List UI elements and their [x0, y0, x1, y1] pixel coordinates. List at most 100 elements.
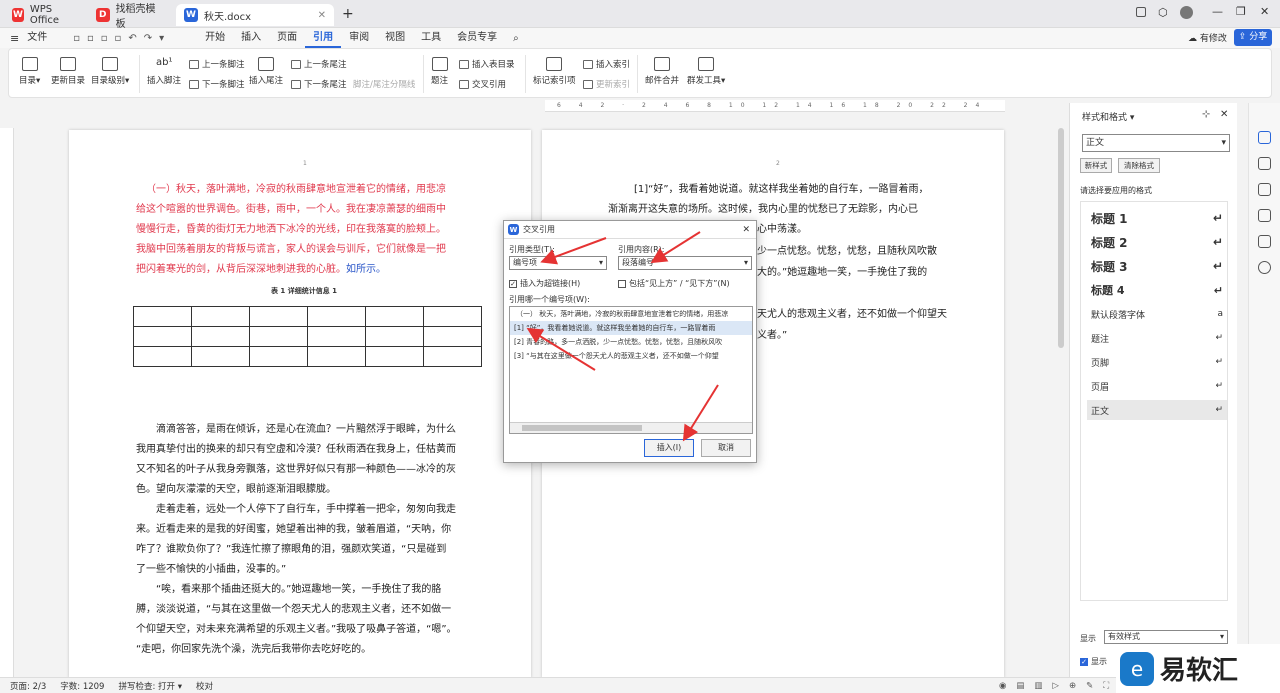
hyperlink-checkbox[interactable]: ✓ 插入为超链接(H): [509, 278, 580, 289]
clear-format-button[interactable]: 清除格式: [1118, 158, 1160, 173]
prev-endnote-button[interactable]: 上一条尾注: [291, 58, 347, 70]
body-text[interactable]: [1]“好”，我看着她说道。就这样我坐着她的自行车，一路冒着雨， 渐渐离开这失意…: [608, 180, 953, 220]
menu-start[interactable]: 开始: [197, 28, 233, 48]
page-indicator[interactable]: 页面: 2/3: [10, 680, 46, 692]
style-heading-3[interactable]: 标题 3 ↵: [1087, 256, 1227, 276]
list-item[interactable]: （一） 秋天，落叶满地，冷寂的秋雨肆意地宣泄着它的情绪，用悲凉: [510, 307, 752, 321]
word-count[interactable]: 字数: 1209: [60, 680, 104, 692]
tab-document-label: 秋天.docx: [204, 11, 252, 23]
share-button[interactable]: ⇪ 分享: [1234, 29, 1272, 46]
style-default-font[interactable]: 默认段落字体 a: [1087, 304, 1227, 324]
update-toc-button[interactable]: 更新目录: [51, 57, 85, 86]
above-below-checkbox[interactable]: 包括“见上方” / “见下方”(N): [618, 278, 730, 289]
doc-tools-button[interactable]: 群发工具▾: [687, 57, 725, 86]
style-normal[interactable]: 正文 ↵: [1087, 400, 1227, 420]
footnote-separator-button[interactable]: 脚注/尾注分隔线: [353, 78, 415, 90]
preview-checkbox[interactable]: ✓ 显示: [1080, 656, 1107, 667]
horizontal-ruler[interactable]: 6 4 2 · 2 4 6 8 10 12 14 16 18 20 22 24 …: [545, 100, 1005, 112]
show-filter-select[interactable]: 有效样式: [1104, 630, 1228, 644]
image-icon[interactable]: [1258, 209, 1271, 222]
window-layout-icon[interactable]: [1136, 7, 1146, 17]
body-text[interactable]: 滴滴答答，是雨在倾诉，还是心在流血？一片黯然浮于眼眸，为什么 我用真挚付出的换来…: [136, 420, 478, 660]
list-item-selected[interactable]: [1] “好”，我看着她说道。就这样我坐着她的自行车，一路冒着雨: [510, 321, 752, 335]
settings-sliders-icon[interactable]: [1258, 183, 1271, 196]
insert-footnote-button[interactable]: ab¹ 插入脚注: [147, 57, 181, 86]
minimize-icon[interactable]: —: [1212, 5, 1223, 18]
update-toc-label: 更新目录: [51, 76, 86, 86]
ref-type-select[interactable]: 编号项: [509, 256, 607, 270]
cross-reference-button[interactable]: 交叉引用: [459, 78, 506, 90]
panel-close-icon[interactable]: ✕: [1220, 109, 1228, 120]
menu-review[interactable]: 审阅: [341, 28, 377, 48]
close-window-icon[interactable]: ✕: [1260, 5, 1269, 18]
style-caption[interactable]: 题注 ↵: [1087, 328, 1227, 348]
dialog-close-icon[interactable]: ✕: [742, 225, 750, 235]
menu-references[interactable]: 引用: [305, 28, 342, 48]
table-of-figures-icon: [459, 59, 469, 69]
quick-access-icons[interactable]: ▫▫▫▫↶↷▾: [73, 33, 171, 44]
menu-member[interactable]: 会员专享: [449, 28, 505, 48]
spell-check-label: 拼写检查: 打开: [118, 681, 176, 692]
tab-document[interactable]: W 秋天.docx ✕: [176, 4, 334, 26]
toc-button[interactable]: 目录▾: [19, 57, 40, 86]
help-icon[interactable]: [1258, 261, 1271, 274]
view-mode-icons[interactable]: ◉▤▥▷⊕✎⛶: [999, 681, 1119, 691]
caption-button[interactable]: 题注: [431, 57, 448, 86]
toc-level-button[interactable]: 目录级别▾: [91, 57, 129, 86]
menu-tools[interactable]: 工具: [413, 28, 449, 48]
list-item[interactable]: [3] “与其在这里做一个怨天尤人的悲观主义者，还不如做一个仰望: [510, 349, 752, 363]
insert-button[interactable]: 插入(I): [644, 439, 694, 457]
mail-merge-button[interactable]: 邮件合并: [645, 57, 679, 86]
search-icon[interactable]: ⌕: [513, 33, 519, 44]
tab-wps-home[interactable]: W WPS Office: [4, 4, 84, 26]
style-header[interactable]: 页眉 ↵: [1087, 376, 1227, 396]
document-scrollbar[interactable]: [1058, 128, 1064, 348]
has-changes-status[interactable]: ☁ 有修改: [1188, 31, 1227, 44]
dialog-titlebar[interactable]: W 交叉引用 ✕: [504, 221, 756, 239]
style-heading-2[interactable]: 标题 2 ↵: [1087, 232, 1227, 252]
style-pane-icon[interactable]: [1258, 131, 1271, 144]
next-endnote-button[interactable]: 下一条尾注: [291, 78, 347, 90]
hamburger-icon[interactable]: ≡: [10, 32, 19, 45]
insert-table-of-figures-button[interactable]: 插入表目录: [459, 58, 515, 70]
style-footer[interactable]: 页脚 ↵: [1087, 352, 1227, 372]
tab-template-label: 找稻壳模板: [115, 4, 156, 30]
update-index-button[interactable]: 更新索引: [583, 78, 630, 90]
current-style-select[interactable]: 正文: [1082, 134, 1230, 152]
mark-index-button[interactable]: 标记索引项: [533, 57, 576, 86]
new-tab-icon[interactable]: +: [342, 6, 354, 22]
style-heading-4[interactable]: 标题 4 ↵: [1087, 280, 1227, 300]
menu-file[interactable]: 文件: [19, 28, 55, 48]
cube-icon[interactable]: ⬡: [1158, 6, 1168, 19]
tab-template[interactable]: D 找稻壳模板: [88, 4, 172, 30]
menu-view[interactable]: 视图: [377, 28, 413, 48]
cancel-button[interactable]: 取消: [701, 439, 751, 457]
menu-insert[interactable]: 插入: [233, 28, 269, 48]
insert-index-button[interactable]: 插入索引: [583, 58, 630, 70]
next-footnote-button[interactable]: 下一条脚注: [189, 78, 245, 90]
paragraph-mark-icon: ↵: [1212, 235, 1223, 249]
list-item[interactable]: [2] 青春的路，多一点洒脱，少一点忧愁。忧愁，忧愁，且随秋风吹: [510, 335, 752, 349]
close-tab-icon[interactable]: ✕: [318, 10, 326, 21]
proofread-button[interactable]: 校对: [196, 680, 213, 692]
vertical-ruler[interactable]: [0, 128, 14, 678]
tools-icon[interactable]: [1258, 235, 1271, 248]
text-line: 色。望向灰濛濛的天空，眼前逐渐泪眼朦胧。: [136, 484, 336, 495]
ref-content-select[interactable]: 段落编号: [618, 256, 752, 270]
restore-icon[interactable]: ❐: [1236, 5, 1246, 18]
numbered-items-list[interactable]: （一） 秋天，落叶满地，冷寂的秋雨肆意地宣泄着它的情绪，用悲凉 [1] “好”，…: [509, 306, 753, 434]
new-style-button[interactable]: 新样式: [1080, 158, 1112, 173]
data-table[interactable]: [133, 306, 482, 367]
menu-page[interactable]: 页面: [269, 28, 305, 48]
list-h-scrollbar[interactable]: [510, 422, 752, 433]
scrollbar-thumb[interactable]: [522, 425, 642, 431]
update-index-icon: [583, 79, 593, 89]
avatar[interactable]: [1180, 6, 1193, 19]
prev-footnote-button[interactable]: 上一条脚注: [189, 58, 245, 70]
insert-endnote-button[interactable]: 插入尾注: [249, 57, 283, 86]
style-heading-1[interactable]: 标题 1 ↵: [1087, 208, 1227, 228]
spell-check-status[interactable]: 拼写检查: 打开 ▾: [118, 680, 182, 692]
select-icon[interactable]: [1258, 157, 1271, 170]
pin-icon[interactable]: ⊹: [1202, 109, 1210, 120]
red-paragraph[interactable]: （一）秋天，落叶满地，冷寂的秋雨肆意地宣泄着它的情绪，用悲凉 给这个喧嚣的世界调…: [136, 180, 478, 280]
